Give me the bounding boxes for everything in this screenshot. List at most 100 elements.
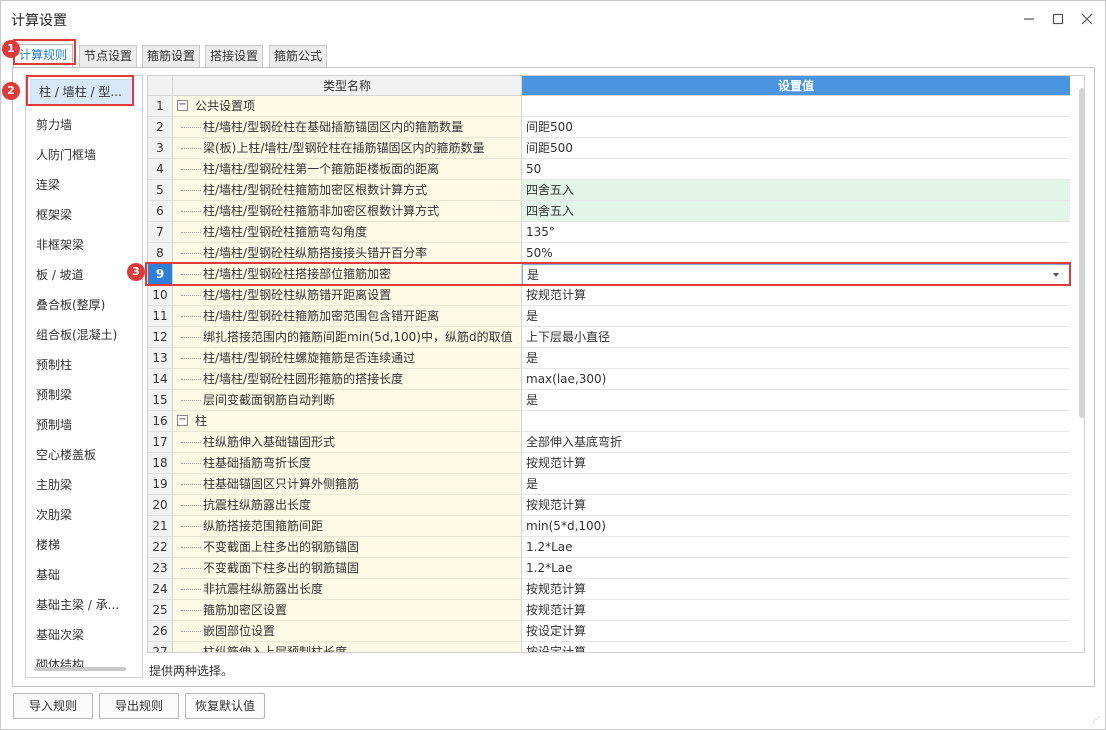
table-row[interactable]: 3 梁(板)上柱/墙柱/型钢砼柱在插筋锚固区内的箍筋数量 间距500 — [148, 138, 1070, 159]
table-row[interactable]: 16− 柱 — [148, 411, 1070, 432]
sidebar-item-precast-column[interactable]: 预制柱 — [36, 356, 72, 373]
setting-value-cell[interactable]: max(lae,300) — [522, 369, 1070, 390]
table-row[interactable]: 24 非抗震柱纵筋露出长度 按规范计算 — [148, 579, 1070, 600]
import-rules-button[interactable]: 导入规则 — [13, 693, 93, 719]
sidebar-item-foundation-secondary-beam[interactable]: 基础次梁 — [36, 626, 84, 643]
table-row[interactable]: 9 柱/墙柱/型钢砼柱搭接部位箍筋加密 是 — [148, 264, 1070, 285]
row-number: 16 — [148, 411, 173, 432]
tree-line — [181, 547, 201, 548]
tab-node-settings[interactable]: 节点设置 — [79, 45, 137, 67]
table-row[interactable]: 17 柱纵筋伸入基础锚固形式 全部伸入基底弯折 — [148, 432, 1070, 453]
table-row[interactable]: 11 柱/墙柱/型钢砼柱箍筋加密范围包含错开距离 是 — [148, 306, 1070, 327]
setting-value-cell[interactable]: 间距500 — [522, 117, 1070, 138]
table-row[interactable]: 12 绑扎搭接范围内的箍筋间距min(5d,100)中，纵筋d的取值 上下层最小直径 — [148, 327, 1070, 348]
tab-lap-settings[interactable]: 搭接设置 — [205, 45, 263, 67]
table-row[interactable]: 6 柱/墙柱/型钢砼柱箍筋非加密区根数计算方式 四舍五入 — [148, 201, 1070, 222]
setting-value-cell[interactable]: 按规范计算 — [522, 453, 1070, 474]
setting-value-cell[interactable]: 四舍五入 — [522, 180, 1070, 201]
setting-label: 柱/墙柱/型钢砼柱箍筋加密范围包含错开距离 — [203, 309, 440, 323]
table-row[interactable]: 10 柱/墙柱/型钢砼柱纵筋错开距离设置 按规范计算 — [148, 285, 1070, 306]
sidebar-item-stairs[interactable]: 楼梯 — [36, 536, 60, 553]
table-row[interactable]: 4 柱/墙柱/型钢砼柱第一个箍筋距楼板面的距离 50 — [148, 159, 1070, 180]
tab-stirrup-settings[interactable]: 箍筋设置 — [142, 45, 200, 67]
resize-grip-icon[interactable]: ⋰ — [1092, 716, 1102, 726]
setting-name-cell: 柱/墙柱/型钢砼柱在基础插筋锚固区内的箍筋数量 — [173, 117, 522, 138]
setting-value-cell[interactable]: 按规范计算 — [522, 600, 1070, 621]
sidebar-item-composite-slab-concrete[interactable]: 组合板(混凝土) — [36, 326, 117, 343]
table-row[interactable]: 1− 公共设置项 — [148, 96, 1070, 117]
table-row[interactable]: 25 箍筋加密区设置 按规范计算 — [148, 600, 1070, 621]
setting-value-cell[interactable]: 按规范计算 — [522, 495, 1070, 516]
sidebar-item-precast-beam[interactable]: 预制梁 — [36, 386, 72, 403]
table-row[interactable]: 15 层间变截面钢筋自动判断 是 — [148, 390, 1070, 411]
table-row[interactable]: 23 不变截面下柱多出的钢筋锚固 1.2*Lae — [148, 558, 1070, 579]
table-row[interactable]: 7 柱/墙柱/型钢砼柱箍筋弯勾角度 135° — [148, 222, 1070, 243]
table-row[interactable]: 2 柱/墙柱/型钢砼柱在基础插筋锚固区内的箍筋数量 间距500 — [148, 117, 1070, 138]
setting-value-cell[interactable]: 50% — [522, 243, 1070, 264]
sidebar-scrollbar[interactable] — [34, 667, 126, 671]
table-row[interactable]: 26 嵌固部位设置 按设定计算 — [148, 621, 1070, 642]
setting-value-cell[interactable]: 四舍五入 — [522, 201, 1070, 222]
grid-scrollbar[interactable] — [1079, 88, 1085, 418]
sidebar-item-column[interactable]: 柱 / 墙柱 / 型... — [30, 79, 134, 105]
setting-value-cell[interactable]: 按规范计算 — [522, 285, 1070, 306]
table-row[interactable]: 21 纵筋搭接范围箍筋间距 min(5*d,100) — [148, 516, 1070, 537]
setting-value-cell[interactable]: 135° — [522, 222, 1070, 243]
setting-value-cell[interactable]: 是 — [522, 390, 1070, 411]
setting-name-cell: 嵌固部位设置 — [173, 621, 522, 642]
table-row[interactable]: 19 柱基础锚固区只计算外侧箍筋 是 — [148, 474, 1070, 495]
table-row[interactable]: 8 柱/墙柱/型钢砼柱纵筋搭接接头错开百分率 50% — [148, 243, 1070, 264]
sidebar-item-coupling-beam[interactable]: 连梁 — [36, 176, 60, 193]
setting-value-cell[interactable]: min(5*d,100) — [522, 516, 1070, 537]
setting-label: 柱/墙柱/型钢砼柱纵筋错开距离设置 — [203, 288, 392, 302]
table-row[interactable]: 18 柱基础插筋弯折长度 按规范计算 — [148, 453, 1070, 474]
close-icon[interactable] — [1077, 9, 1097, 29]
table-row[interactable]: 13 柱/墙柱/型钢砼柱螺旋箍筋是否连续通过 是 — [148, 348, 1070, 369]
setting-value-cell[interactable]: 上下层最小直径 — [522, 327, 1070, 348]
setting-value-cell[interactable]: 按规范计算 — [522, 579, 1070, 600]
maximize-icon[interactable] — [1048, 9, 1068, 29]
sidebar-item-precast-wall[interactable]: 预制墙 — [36, 416, 72, 433]
setting-value-cell[interactable]: 按设定计算 — [522, 621, 1070, 642]
component-list[interactable]: 柱 / 墙柱 / 型... 剪力墙 人防门框墙 连梁 框架梁 非框架梁 板 / … — [25, 75, 143, 678]
setting-value-cell[interactable]: 按设定计算 — [522, 642, 1070, 652]
sidebar-item-hollow-floor[interactable]: 空心楼盖板 — [36, 446, 96, 463]
sidebar-item-frame-beam[interactable]: 框架梁 — [36, 206, 72, 223]
sidebar-item-secondary-rib-beam[interactable]: 次肋梁 — [36, 506, 72, 523]
setting-value-cell[interactable]: 全部伸入基底弯折 — [522, 432, 1070, 453]
sidebar-item-non-frame-beam[interactable]: 非框架梁 — [36, 236, 84, 253]
sidebar-item-foundation-main-beam[interactable]: 基础主梁 / 承... — [36, 596, 119, 613]
sidebar-item-main-rib-beam[interactable]: 主肋梁 — [36, 476, 72, 493]
setting-name-cell: 柱基础插筋弯折长度 — [173, 453, 522, 474]
minus-box-icon[interactable]: − — [177, 415, 188, 426]
setting-value-cell[interactable]: 是 — [522, 306, 1070, 327]
setting-value-dropdown[interactable]: 是 — [522, 264, 1070, 285]
row-number: 23 — [148, 558, 173, 579]
table-row[interactable]: 22 不变截面上柱多出的钢筋锚固 1.2*Lae — [148, 537, 1070, 558]
table-row[interactable]: 20 抗震柱纵筋露出长度 按规范计算 — [148, 495, 1070, 516]
minus-box-icon[interactable]: − — [177, 100, 188, 111]
table-row[interactable]: 5 柱/墙柱/型钢砼柱箍筋加密区根数计算方式 四舍五入 — [148, 180, 1070, 201]
restore-defaults-button[interactable]: 恢复默认值 — [185, 693, 265, 719]
setting-value-cell[interactable]: 是 — [522, 474, 1070, 495]
table-row[interactable]: 14 柱/墙柱/型钢砼柱圆形箍筋的搭接长度 max(lae,300) — [148, 369, 1070, 390]
tab-calc-rules[interactable]: 计算规则 — [13, 44, 73, 68]
sidebar-item-composite-slab-full[interactable]: 叠合板(整厚) — [36, 296, 105, 313]
row-number: 2 — [148, 117, 173, 138]
sidebar-item-slab-ramp[interactable]: 板 / 坡道 — [36, 266, 84, 283]
sidebar-item-foundation[interactable]: 基础 — [36, 566, 60, 583]
minimize-icon[interactable] — [1019, 9, 1039, 29]
setting-value-cell[interactable]: 间距500 — [522, 138, 1070, 159]
tab-stirrup-formula[interactable]: 箍筋公式 — [269, 45, 327, 67]
setting-value-text: 50% — [526, 246, 553, 260]
setting-value-cell[interactable]: 1.2*Lae — [522, 537, 1070, 558]
setting-value-cell[interactable]: 1.2*Lae — [522, 558, 1070, 579]
chevron-down-icon[interactable] — [1053, 273, 1059, 277]
sidebar-item-shear-wall[interactable]: 剪力墙 — [36, 116, 72, 133]
export-rules-button[interactable]: 导出规则 — [99, 693, 179, 719]
setting-name-cell: 柱/墙柱/型钢砼柱螺旋箍筋是否连续通过 — [173, 348, 522, 369]
table-row[interactable]: 27 柱纵筋伸入上层预制柱长度 按设定计算 — [148, 642, 1070, 652]
sidebar-item-civil-defense-wall[interactable]: 人防门框墙 — [36, 146, 96, 163]
setting-value-cell[interactable]: 是 — [522, 348, 1070, 369]
setting-value-cell[interactable]: 50 — [522, 159, 1070, 180]
